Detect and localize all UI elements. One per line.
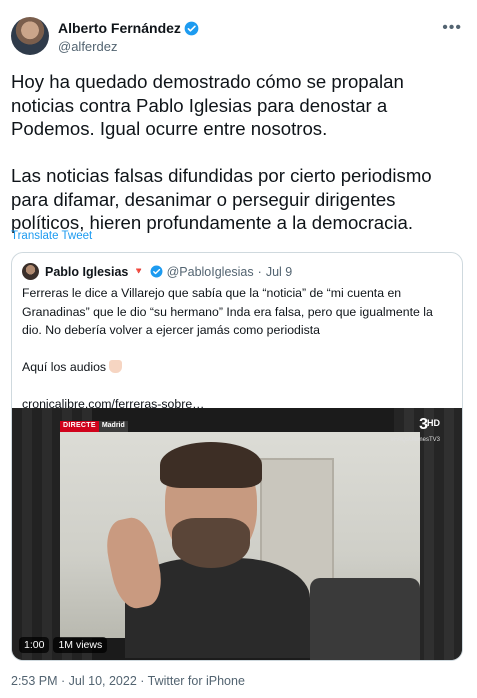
quoted-author-handle[interactable]: @PabloIglesias	[167, 265, 254, 279]
tweet-text: Hoy ha quedado demostrado cómo se propal…	[11, 71, 432, 233]
quoted-tweet-header: Pablo Iglesias 🔻 @PabloIglesias · Jul 9	[22, 263, 292, 280]
verified-badge-icon	[184, 21, 199, 35]
author-name[interactable]: Alberto Fernández	[58, 20, 181, 36]
quoted-tweet-date[interactable]: Jul 9	[266, 265, 292, 279]
live-broadcast-tag: DIRECTE Madrid	[60, 421, 128, 432]
video-person-beard	[172, 518, 250, 568]
video-person	[100, 442, 420, 660]
channel-logo: 3HD	[419, 416, 440, 434]
author-handle[interactable]: @alferdez	[58, 39, 117, 54]
channel-logo-suffix: HD	[427, 418, 440, 428]
verified-badge-icon	[150, 265, 163, 278]
tweet: Alberto Fernández @alferdez ••• Hoy ha q…	[0, 0, 477, 698]
quoted-tweet-body: Ferreras le dice a Villarejo que sabía q…	[22, 286, 433, 374]
tweet-header: Alberto Fernández @alferdez •••	[11, 17, 466, 61]
quoted-tweet[interactable]: Pablo Iglesias 🔻 @PabloIglesias · Jul 9 …	[11, 252, 463, 661]
red-triangle-icon: 🔻	[133, 266, 145, 276]
video-hashtag: #FAQsUltimesTV3	[390, 437, 440, 443]
live-city: Madrid	[98, 421, 128, 432]
video-chair	[310, 578, 420, 660]
separator-dot: ·	[257, 264, 262, 279]
video-person-hand	[101, 513, 167, 613]
quoted-tweet-text: Ferreras le dice a Villarejo que sabía q…	[22, 284, 454, 414]
pointing-down-hand-icon	[109, 360, 123, 373]
video-duration: 1:00	[19, 637, 50, 653]
video-person-hair	[160, 442, 262, 488]
quoted-author-name[interactable]: Pablo Iglesias	[45, 265, 128, 279]
translate-tweet-link[interactable]: Translate Tweet	[11, 230, 92, 242]
video-views: 1M views	[53, 637, 108, 653]
tweet-timestamp[interactable]: 2:53 PM · Jul 10, 2022 · Twitter for iPh…	[11, 674, 245, 688]
live-tag: DIRECTE	[60, 421, 99, 432]
video-badges: 1:00 1M views	[19, 637, 108, 653]
author-avatar[interactable]	[11, 17, 49, 55]
quoted-author-avatar[interactable]	[22, 263, 39, 280]
more-options-icon[interactable]: •••	[442, 19, 462, 37]
author-name-row: Alberto Fernández	[58, 20, 199, 36]
video-player[interactable]: DIRECTE Madrid 3HD #FAQsUltimesTV3 1:00 …	[12, 408, 462, 660]
channel-logo-number: 3	[419, 416, 428, 433]
